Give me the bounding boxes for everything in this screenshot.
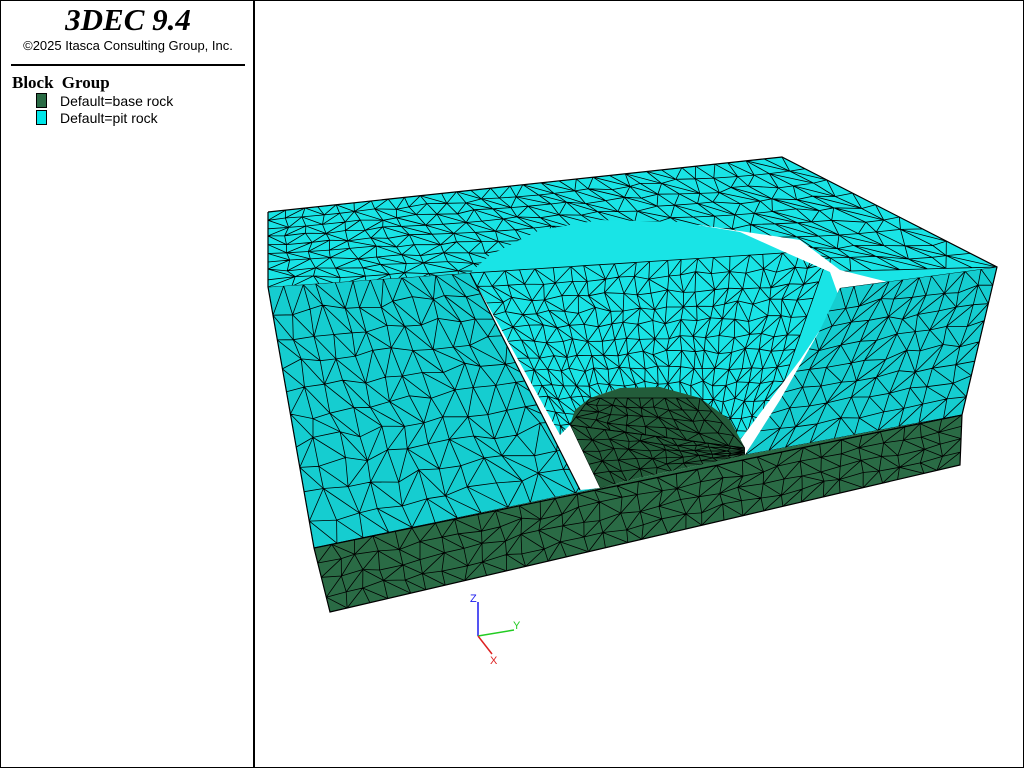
model-viewport[interactable]: Z Y X	[257, 1, 1022, 766]
app-title: 3DEC 9.4	[65, 2, 191, 37]
legend-separator	[11, 64, 245, 66]
axis-triad: Z Y X	[470, 593, 521, 667]
x-axis-label: X	[490, 655, 498, 667]
legend-item-pit-rock: Default=pit rock	[36, 109, 158, 126]
legend-item-base-rock: Default=base rock	[36, 92, 173, 109]
base-rock-swatch	[36, 93, 47, 108]
legend-heading: Block Group	[12, 73, 110, 92]
legend-label-base-rock: Default=base rock	[60, 92, 174, 109]
x-axis-line	[477, 635, 493, 655]
y-axis-line	[477, 629, 515, 637]
copyright-text: ©2025 Itasca Consulting Group, Inc.	[23, 38, 233, 53]
legend-label-pit-rock: Default=pit rock	[60, 109, 158, 126]
z-axis-label: Z	[470, 593, 477, 605]
pit-rock-swatch	[36, 110, 47, 125]
y-axis-label: Y	[513, 620, 521, 632]
legend-panel: 3DEC 9.4 ©2025 Itasca Consulting Group, …	[1, 1, 255, 767]
